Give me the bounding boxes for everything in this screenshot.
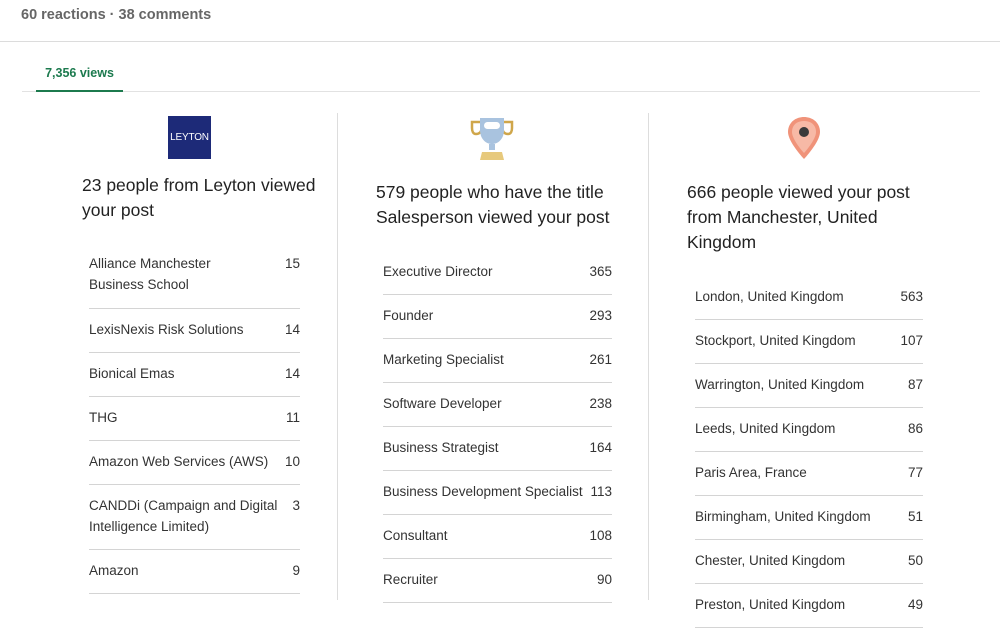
- list-item[interactable]: THG 11: [89, 397, 300, 441]
- leyton-logo-icon: LEYTON: [168, 116, 211, 159]
- list-item-name: LexisNexis Risk Solutions: [89, 322, 244, 337]
- list-item-name: Paris Area, France: [695, 465, 807, 480]
- list-item-count: 3: [292, 498, 300, 513]
- list-item-name: CANDDi (Campaign and Digital Intelligenc…: [89, 498, 278, 534]
- list-item-count: 113: [590, 484, 612, 499]
- list-item-count: 108: [589, 528, 612, 543]
- location-viewers-panel: 666 people viewed your post from Manches…: [649, 113, 1000, 628]
- list-item-count: 77: [907, 465, 923, 480]
- list-item-name: Chester, United Kingdom: [695, 553, 846, 568]
- list-item[interactable]: Alliance Manchester Business School 15: [89, 253, 300, 309]
- list-item-name: Business Development Specialist: [383, 484, 583, 499]
- location-viewers-heading: 666 people viewed your post from Manches…: [687, 182, 910, 252]
- list-item[interactable]: Consultant 108: [383, 515, 612, 559]
- list-item-count: 261: [589, 352, 612, 367]
- list-item-count: 15: [284, 256, 300, 271]
- list-item-count: 49: [907, 597, 923, 612]
- location-pin-svg: [788, 117, 820, 159]
- list-item[interactable]: Marketing Specialist 261: [383, 339, 612, 383]
- list-item-name: Founder: [383, 308, 434, 323]
- list-item-count: 86: [907, 421, 923, 436]
- list-item-count: 365: [589, 264, 612, 279]
- company-viewers-heading: 23 people from Leyton viewed your post: [82, 175, 316, 220]
- list-item-name: THG: [89, 410, 118, 425]
- trophy-svg: [470, 118, 514, 160]
- list-item-name: Amazon: [89, 563, 139, 578]
- list-item-name: Bionical Emas: [89, 366, 175, 381]
- list-item-name: Leeds, United Kingdom: [695, 421, 836, 436]
- list-item-name: London, United Kingdom: [695, 289, 844, 304]
- list-item-name: Amazon Web Services (AWS): [89, 454, 269, 469]
- list-item[interactable]: Business Strategist 164: [383, 427, 612, 471]
- trophy-icon: [470, 114, 514, 162]
- list-item[interactable]: Birmingham, United Kingdom 51: [695, 496, 923, 540]
- list-item-count: 563: [900, 289, 923, 304]
- list-item-count: 238: [589, 396, 612, 411]
- list-item[interactable]: Executive Director 365: [383, 260, 612, 295]
- list-item-name: Stockport, United Kingdom: [695, 333, 856, 348]
- list-item[interactable]: Stockport, United Kingdom 107: [695, 320, 923, 364]
- list-item-count: 293: [589, 308, 612, 323]
- list-item[interactable]: Business Development Specialist 113: [383, 471, 612, 515]
- list-item[interactable]: Founder 293: [383, 295, 612, 339]
- list-item-name: Executive Director: [383, 264, 493, 279]
- title-viewers-heading: 579 people who have the title Salesperso…: [376, 182, 610, 227]
- list-item-name: Warrington, United Kingdom: [695, 377, 865, 392]
- list-item-name: Preston, United Kingdom: [695, 597, 846, 612]
- list-item[interactable]: Amazon 9: [89, 550, 300, 594]
- list-item-count: 107: [900, 333, 923, 348]
- list-item-count: 14: [284, 322, 300, 337]
- list-item[interactable]: London, United Kingdom 563: [695, 285, 923, 320]
- list-item-count: 164: [589, 440, 612, 455]
- list-item-name: Marketing Specialist: [383, 352, 504, 367]
- list-item-name: Consultant: [383, 528, 448, 543]
- tab-views[interactable]: 7,356 views: [36, 42, 123, 92]
- list-item[interactable]: Leeds, United Kingdom 86: [695, 408, 923, 452]
- list-item-name: Business Strategist: [383, 440, 499, 455]
- list-item-count: 87: [907, 377, 923, 392]
- list-item-count: 14: [284, 366, 300, 381]
- title-viewers-list: Executive Director 365 Founder 293 Marke…: [383, 260, 612, 603]
- list-item-name: Software Developer: [383, 396, 502, 411]
- list-item-name: Alliance Manchester Business School: [89, 256, 211, 292]
- list-item-count: 90: [596, 572, 612, 587]
- list-item[interactable]: Chester, United Kingdom 50: [695, 540, 923, 584]
- title-viewers-panel: 579 people who have the title Salesperso…: [338, 113, 648, 603]
- list-item-count: 9: [292, 563, 300, 578]
- list-item-count: 50: [907, 553, 923, 568]
- list-item[interactable]: Warrington, United Kingdom 87: [695, 364, 923, 408]
- company-viewers-list: Alliance Manchester Business School 15 L…: [89, 253, 300, 594]
- analytics-tabs: 7,356 views: [22, 42, 980, 92]
- location-pin-icon: [784, 115, 824, 161]
- leyton-logo-text: LEYTON: [170, 132, 209, 143]
- location-viewers-list: London, United Kingdom 563 Stockport, Un…: [695, 285, 923, 628]
- list-item[interactable]: Software Developer 238: [383, 383, 612, 427]
- list-item-count: 51: [907, 509, 923, 524]
- list-item[interactable]: LexisNexis Risk Solutions 14: [89, 309, 300, 353]
- list-item[interactable]: Paris Area, France 77: [695, 452, 923, 496]
- post-social-bar: 60 reactions · 38 comments: [0, 0, 1000, 42]
- reactions-comments-count[interactable]: 60 reactions · 38 comments: [21, 7, 211, 23]
- list-item-name: Birmingham, United Kingdom: [695, 509, 871, 524]
- list-item[interactable]: Preston, United Kingdom 49: [695, 584, 923, 628]
- list-item[interactable]: CANDDi (Campaign and Digital Intelligenc…: [89, 485, 300, 550]
- list-item[interactable]: Recruiter 90: [383, 559, 612, 603]
- list-item-count: 11: [285, 410, 300, 425]
- list-item[interactable]: Bionical Emas 14: [89, 353, 300, 397]
- list-item-count: 10: [284, 454, 300, 469]
- list-item[interactable]: Amazon Web Services (AWS) 10: [89, 441, 300, 485]
- list-item-name: Recruiter: [383, 572, 438, 587]
- company-viewers-panel: LEYTON 23 people from Leyton viewed your…: [0, 113, 337, 600]
